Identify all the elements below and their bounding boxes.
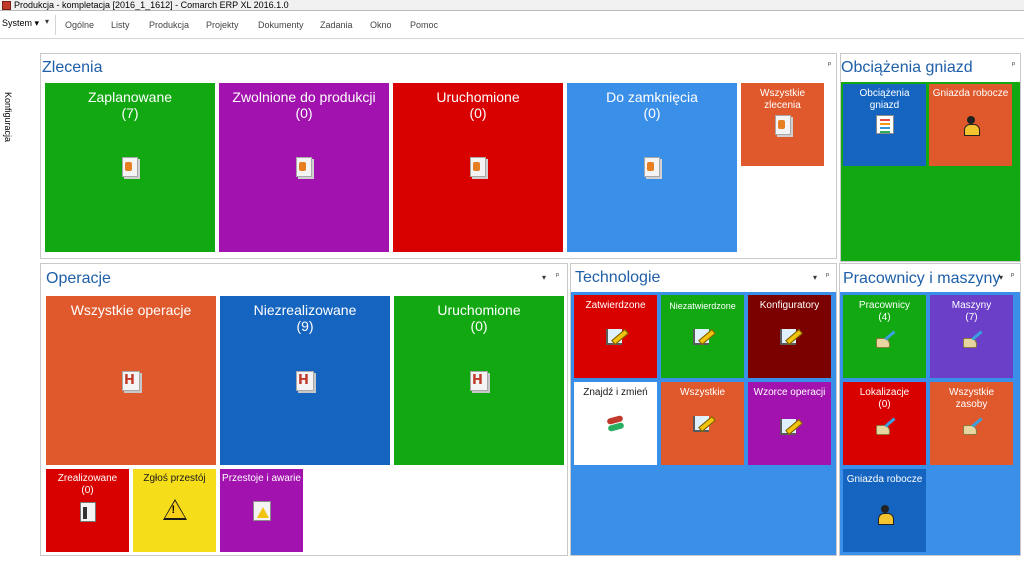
tile-uruchomione-zlecenia[interactable]: Uruchomione (0) (393, 83, 563, 252)
resource-icon (961, 330, 983, 348)
resource-icon (874, 330, 896, 348)
menu-item-zadania[interactable]: Zadania (320, 20, 353, 30)
pracownicy-pin-icon[interactable]: ᵖ (1011, 271, 1014, 280)
tile-pracownicy[interactable]: Pracownicy (4) (843, 295, 926, 378)
tile-gniazda-robocze[interactable]: Gniazda robocze (843, 469, 926, 552)
window-title: Produkcja - kompletacja [2016_1_1612] - … (14, 0, 289, 10)
sidebar-konfiguracja[interactable]: Konfiguracja (3, 92, 13, 142)
tile-wszystkie-operacje[interactable]: Wszystkie operacje H (46, 296, 216, 465)
tile-zaplanowane[interactable]: Zaplanowane (7) (45, 83, 215, 252)
replace-icon (606, 415, 626, 431)
zlecenia-pin-icon[interactable]: ᵖ (828, 60, 831, 69)
report-icon (875, 115, 894, 134)
tile-przestoje-i-awarie[interactable]: Przestoje i awarie (220, 469, 303, 552)
document-icon (122, 157, 138, 177)
zlecenia-title: Zlecenia (42, 59, 103, 76)
resource-icon (874, 417, 896, 435)
menu-item-okno[interactable]: Okno (370, 20, 392, 30)
technologie-panel: Technologie ▾ ᵖ Zatwierdzone Niezatwierd… (570, 263, 837, 556)
app-icon (2, 1, 11, 10)
document-icon (296, 157, 312, 177)
operation-icon: H (296, 371, 314, 391)
window-title-bar: Produkcja - kompletacja [2016_1_1612] - … (0, 0, 1024, 11)
tile-zrealizowane[interactable]: Zrealizowane (0) (46, 469, 129, 552)
menu-separator (55, 15, 56, 35)
tile-znajdz-i-zmien[interactable]: Znajdź i zmień (574, 382, 657, 465)
sidebar: Konfiguracja (0, 40, 36, 562)
tile-uruchomione-operacje[interactable]: Uruchomione (0) H (394, 296, 564, 465)
worker-icon (963, 116, 980, 136)
menu-item-produkcja[interactable]: Produkcja (149, 20, 189, 30)
operation-icon: H (122, 371, 140, 391)
operation-icon: H (470, 371, 488, 391)
document-icon (644, 157, 660, 177)
tile-niezatwierdzone[interactable]: Niezatwierdzone (661, 295, 744, 378)
system-menu[interactable]: System ▾ (2, 18, 39, 29)
tile-gniazda-robocze-obciazenia[interactable]: Gniazda robocze (929, 84, 1012, 166)
tile-do-zamkniecia[interactable]: Do zamknięcia (0) (567, 83, 737, 252)
technologie-dropdown-icon[interactable]: ▾ (813, 273, 817, 282)
tile-zatwierdzone[interactable]: Zatwierdzone (574, 295, 657, 378)
warning-icon (162, 499, 187, 520)
resource-icon (961, 417, 983, 435)
edit-icon (692, 414, 714, 432)
pracownicy-panel: Pracownicy i maszyny ▾ ᵖ Pracownicy (4) M… (839, 263, 1021, 556)
obciazenia-title: Obciążenia gniazd (841, 59, 973, 76)
tile-maszyny[interactable]: Maszyny (7) (930, 295, 1013, 378)
operacje-dropdown-icon[interactable]: ▾ (542, 273, 546, 282)
app-window: Produkcja - kompletacja [2016_1_1612] - … (0, 0, 1024, 562)
menu-item-pomoc[interactable]: Pomoc (410, 20, 438, 30)
tile-niezrealizowane[interactable]: Niezrealizowane (9) H (220, 296, 390, 465)
technologie-pin-icon[interactable]: ᵖ (826, 271, 829, 280)
tile-zwolnione-do-produkcji[interactable]: Zwolnione do produkcji (0) (219, 83, 389, 252)
operacje-panel: Operacje ▾ ᵖ Wszystkie operacje H Niezre… (40, 263, 568, 556)
operacje-title: Operacje (46, 270, 111, 287)
tile-wszystkie-zlecenia[interactable]: Wszystkie zlecenia (741, 83, 824, 166)
worker-icon (877, 505, 894, 525)
tile-wszystkie-technologie[interactable]: Wszystkie (661, 382, 744, 465)
menu-item-projekty[interactable]: Projekty (206, 20, 239, 30)
tile-obciazenia-gniazd[interactable]: Obciążenia gniazd (843, 84, 926, 166)
menu-item-dokumenty[interactable]: Dokumenty (258, 20, 304, 30)
tile-lokalizacje[interactable]: Lokalizacje (0) (843, 382, 926, 465)
document-icon (470, 157, 486, 177)
edit-icon (779, 417, 801, 435)
tile-konfiguratory[interactable]: Konfiguratory (748, 295, 831, 378)
exit-door-icon (79, 502, 96, 522)
pracownicy-dropdown-icon[interactable]: ▾ (999, 273, 1003, 282)
quick-access-dropdown-icon[interactable]: ▾ (45, 17, 53, 29)
edit-icon (605, 327, 627, 345)
zlecenia-panel: Zlecenia ᵖ Zaplanowane (7) Zwolnione do p… (40, 53, 837, 259)
tile-wzorce-operacji[interactable]: Wzorce operacji (748, 382, 831, 465)
edit-icon (779, 327, 801, 345)
menu-item-listy[interactable]: Listy (111, 20, 130, 30)
menu-bar: System ▾ ▾ Ogólne Listy Produkcja Projek… (0, 11, 1024, 39)
edit-icon (692, 327, 714, 345)
obciazenia-pin-icon[interactable]: ᵖ (1012, 60, 1015, 69)
document-icon (774, 115, 791, 135)
tile-zglos-przestoj[interactable]: Zgłoś przestój (133, 469, 216, 552)
menu-item-ogolne[interactable]: Ogólne (65, 20, 94, 30)
technologie-title: Technologie (575, 269, 661, 286)
pracownicy-title: Pracownicy i maszyny (843, 270, 1001, 287)
operacje-pin-icon[interactable]: ᵖ (556, 271, 559, 280)
tile-wszystkie-zasoby[interactable]: Wszystkie zasoby (930, 382, 1013, 465)
warning-document-icon (252, 501, 271, 521)
obciazenia-panel: Obciążenia gniazd ᵖ Obciążenia gniazd Gn… (840, 53, 1021, 262)
